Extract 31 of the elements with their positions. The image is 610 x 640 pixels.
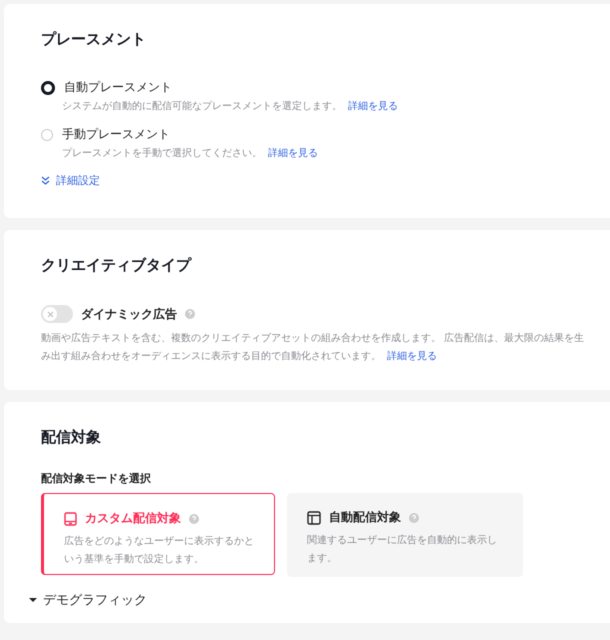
- demographics-toggle[interactable]: デモグラフィック: [29, 591, 147, 609]
- option-description: システムが自動的に配信可能なプレースメントを選定します。 詳細を見る: [62, 100, 399, 114]
- caret-icon: [29, 597, 37, 603]
- details-link[interactable]: 詳細を見る: [268, 148, 318, 159]
- mode-description: 関連するユーザーに広告を自動的に表示します。: [307, 534, 498, 566]
- section-title: 配信対象: [41, 428, 102, 447]
- mode-title: カスタム配信対象: [85, 510, 181, 527]
- details-link[interactable]: 詳細を見る: [348, 101, 398, 112]
- option-label: 自動プレースメント: [64, 79, 172, 96]
- advanced-settings-link[interactable]: 詳細設定: [41, 173, 100, 188]
- toggle-label: ダイナミック広告: [81, 306, 177, 322]
- section-title: クリエイティブタイプ: [41, 256, 193, 275]
- mode-card[interactable]: 自動配信対象 関連するユーザーに広告を自動的に表示します。: [287, 493, 523, 577]
- mode-description: 広告をどのようなユーザーに表示するかという基準を手動で設定します。: [64, 534, 254, 567]
- double-chevron-icon: [41, 176, 50, 185]
- tablet-icon: [64, 512, 77, 526]
- close-icon: [46, 310, 54, 318]
- help-icon[interactable]: [185, 309, 195, 319]
- section-title: プレースメント: [41, 30, 147, 49]
- mode-card[interactable]: カスタム配信対象 広告をどのようなユーザーに表示するかという基準を手動で設定します。: [41, 493, 275, 575]
- mode-label: 配信対象モードを選択: [41, 471, 152, 486]
- help-icon[interactable]: [189, 514, 199, 524]
- option-description: プレースメントを手動で選択してください。 詳細を見る: [62, 146, 319, 161]
- creative-description: 動画や広告テキストを含む、複数のクリエイティブアセットの組み合わせを作成します。 広告配信は、最大限の結果を生み出す組み合わせをオーディエンスに表示する目的で自動化されています。 詳細を見る: [41, 332, 586, 364]
- layout-icon: [307, 510, 321, 524]
- details-link[interactable]: 詳細を見る: [387, 351, 437, 362]
- toggle-switch[interactable]: [41, 305, 73, 323]
- mode-title: 自動配信対象: [329, 509, 401, 526]
- radio-button[interactable]: [41, 80, 55, 94]
- option-label: 手動プレースメント: [62, 126, 170, 143]
- help-icon[interactable]: [409, 512, 419, 522]
